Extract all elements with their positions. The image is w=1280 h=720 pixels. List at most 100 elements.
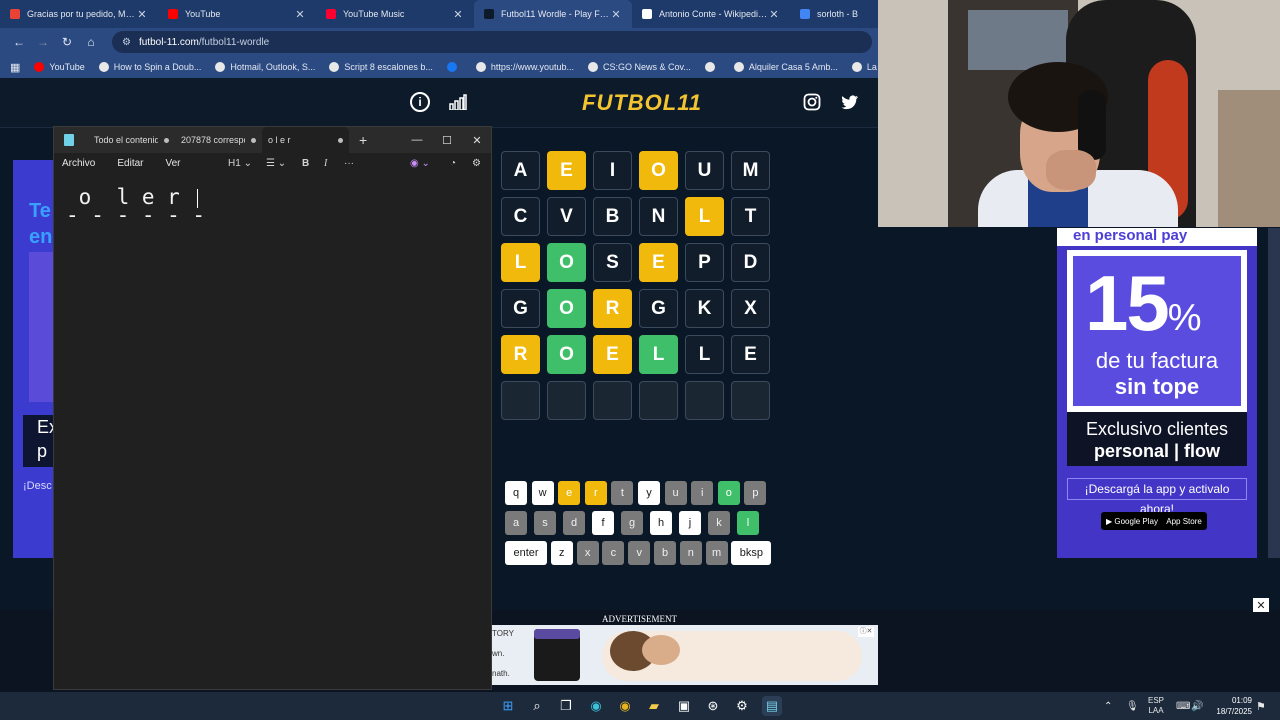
maximize-button[interactable]: ☐ [432,127,462,153]
page-scrollbar[interactable] [1268,228,1280,558]
notepad-menu-item[interactable]: Archivo [62,158,95,169]
tab-close-icon[interactable]: ✕ [294,8,306,21]
keyboard-key[interactable]: s [534,511,556,535]
chrome-icon[interactable]: ◉ [615,696,635,716]
keyboard-key[interactable]: a [505,511,527,535]
keyboard-key[interactable]: o [717,481,740,505]
keyboard-key[interactable]: z [550,541,573,565]
info-icon[interactable]: i [410,92,430,112]
back-button[interactable]: ← [8,31,30,53]
notification-icon[interactable]: ⚑ [1256,692,1266,720]
forward-button[interactable]: → [32,31,54,53]
tab-close-icon[interactable]: ✕ [610,8,622,21]
volume-icon[interactable]: 🔊 [1191,692,1203,720]
keyboard-key[interactable]: q [505,481,527,505]
keyboard-key[interactable]: y [638,481,660,505]
keyboard-key[interactable]: t [611,481,634,505]
notepad-window[interactable]: Todo el contenido 207878 correspondencia o… [53,126,492,690]
notepad-menu-item[interactable]: Ver [165,158,180,169]
keyboard-key[interactable]: f [592,511,614,535]
heading-dropdown[interactable]: H1 ⌄ [228,153,252,173]
tab-close-icon[interactable]: ✕ [768,8,780,21]
ad-choices-icon[interactable]: ⓘ✕ [858,627,874,637]
twitter-icon[interactable] [840,92,860,112]
keyboard-key[interactable]: m [705,541,728,565]
tab-close-icon[interactable]: ✕ [452,8,464,21]
keyboard-key[interactable]: p [744,481,767,505]
keyboard-key[interactable]: n [679,541,702,565]
network-icon[interactable]: ⌨ [1176,692,1190,720]
keyboard-key[interactable]: u [664,481,687,505]
browser-tab[interactable]: Antonio Conte - Wikipedia, la e✕ [632,0,790,28]
more-icon[interactable]: ··· [344,153,354,173]
keyboard-key[interactable]: x [576,541,599,565]
steam-icon[interactable]: ⊛ [703,696,723,716]
store-icon[interactable]: ▣ [674,696,694,716]
unsaved-dot-icon[interactable] [338,137,343,143]
notepad-text-area[interactable]: o l e r- - - - - - [66,185,205,227]
italic-icon[interactable]: I [324,153,327,173]
keyboard-key[interactable]: bksp [731,541,772,565]
site-logo[interactable]: FUTBOL11 [582,90,702,116]
browser-tab[interactable]: Gracias por tu pedido, Mariano✕ [0,0,158,28]
site-info-icon[interactable]: ⚙ [122,37,131,48]
bookmark-item[interactable]: How to Spin a Doub... [98,62,201,72]
right-ad-cta[interactable]: ¡Descargá la app y activalo ahora! [1067,478,1247,516]
keyboard-key[interactable]: w [531,481,554,505]
bookmark-item[interactable] [704,62,720,72]
keyboard-key[interactable]: g [621,511,643,535]
keyboard-key[interactable]: v [628,541,651,565]
keyboard-key[interactable]: k [708,511,730,535]
minimize-button[interactable]: — [402,127,432,153]
notepad-tab[interactable]: o l e r [262,127,349,153]
language-indicator[interactable]: ESP LAA [1148,692,1164,720]
google-play-badge[interactable]: ▶ Google Play [1101,512,1163,530]
microphone-icon[interactable]: 🎙 [1126,692,1139,720]
file-explorer-icon[interactable]: ▰ [644,696,664,716]
app-store-badge[interactable]: App Store [1159,512,1207,530]
instagram-icon[interactable] [802,92,822,112]
keyboard-key[interactable]: l [737,511,759,535]
keyboard-key[interactable]: e [558,481,581,505]
unsaved-dot-icon[interactable] [164,137,169,143]
home-button[interactable]: ⌂ [80,31,102,53]
apps-grid-icon[interactable]: ▦ [10,61,20,74]
search-icon[interactable]: ⌕ [527,696,547,716]
start-icon[interactable]: ⊞ [498,696,518,716]
browser-tab[interactable]: Futbol11 Wordle - Play Football✕ [474,0,632,28]
keyboard-key[interactable]: r [584,481,607,505]
account-icon[interactable]: ◔ [450,153,456,173]
right-ad-banner[interactable]: en personal pay 15% de tu factura sin to… [1057,228,1257,558]
tab-close-icon[interactable]: ✕ [136,8,148,21]
bold-icon[interactable]: B [302,153,309,173]
browser-tab[interactable]: YouTube ✕ [158,0,316,28]
bookmark-item[interactable] [446,62,462,72]
advertisement-banner[interactable]: TORY wn. nath. ⓘ✕ [492,625,878,685]
settings-gear-icon[interactable]: ⚙ [472,153,481,173]
bookmark-item[interactable]: Hotmail, Outlook, S... [215,62,315,72]
bookmark-item[interactable]: Script 8 escalones b... [329,62,433,72]
bookmark-item[interactable]: CS:GO News & Cov... [587,62,691,72]
list-dropdown-icon[interactable]: ☰ ⌄ [266,153,286,173]
keyboard-key[interactable]: j [679,511,701,535]
bookmark-item[interactable]: Alquiler Casa 5 Amb... [733,62,838,72]
new-tab-icon[interactable]: + [359,132,367,148]
bookmark-item[interactable]: https://www.youtub... [475,62,574,72]
keyboard-key[interactable]: enter [505,541,547,565]
keyboard-key[interactable]: d [563,511,585,535]
notepad-taskbar-icon[interactable]: ▤ [762,696,782,716]
system-clock[interactable]: 01:09 18/7/2025 [1206,695,1252,717]
edge-icon[interactable]: ◉ [586,696,606,716]
url-input[interactable]: ⚙ futbol-11.com/futbol11-wordle [112,31,872,53]
settings-icon[interactable]: ⚙ [732,696,752,716]
reload-button[interactable]: ↻ [56,31,78,53]
copilot-icon[interactable]: ◉ ⌄ [410,153,430,173]
notepad-menu-item[interactable]: Editar [117,158,143,169]
browser-tab[interactable]: YouTube Music ✕ [316,0,474,28]
keyboard-key[interactable]: c [602,541,625,565]
keyboard-key[interactable]: b [654,541,676,565]
bookmark-item[interactable]: YouTube [34,62,85,72]
notepad-tab[interactable]: Todo el contenido [88,127,175,153]
close-button[interactable]: ✕ [462,127,492,153]
task-view-icon[interactable]: ❐ [556,696,576,716]
